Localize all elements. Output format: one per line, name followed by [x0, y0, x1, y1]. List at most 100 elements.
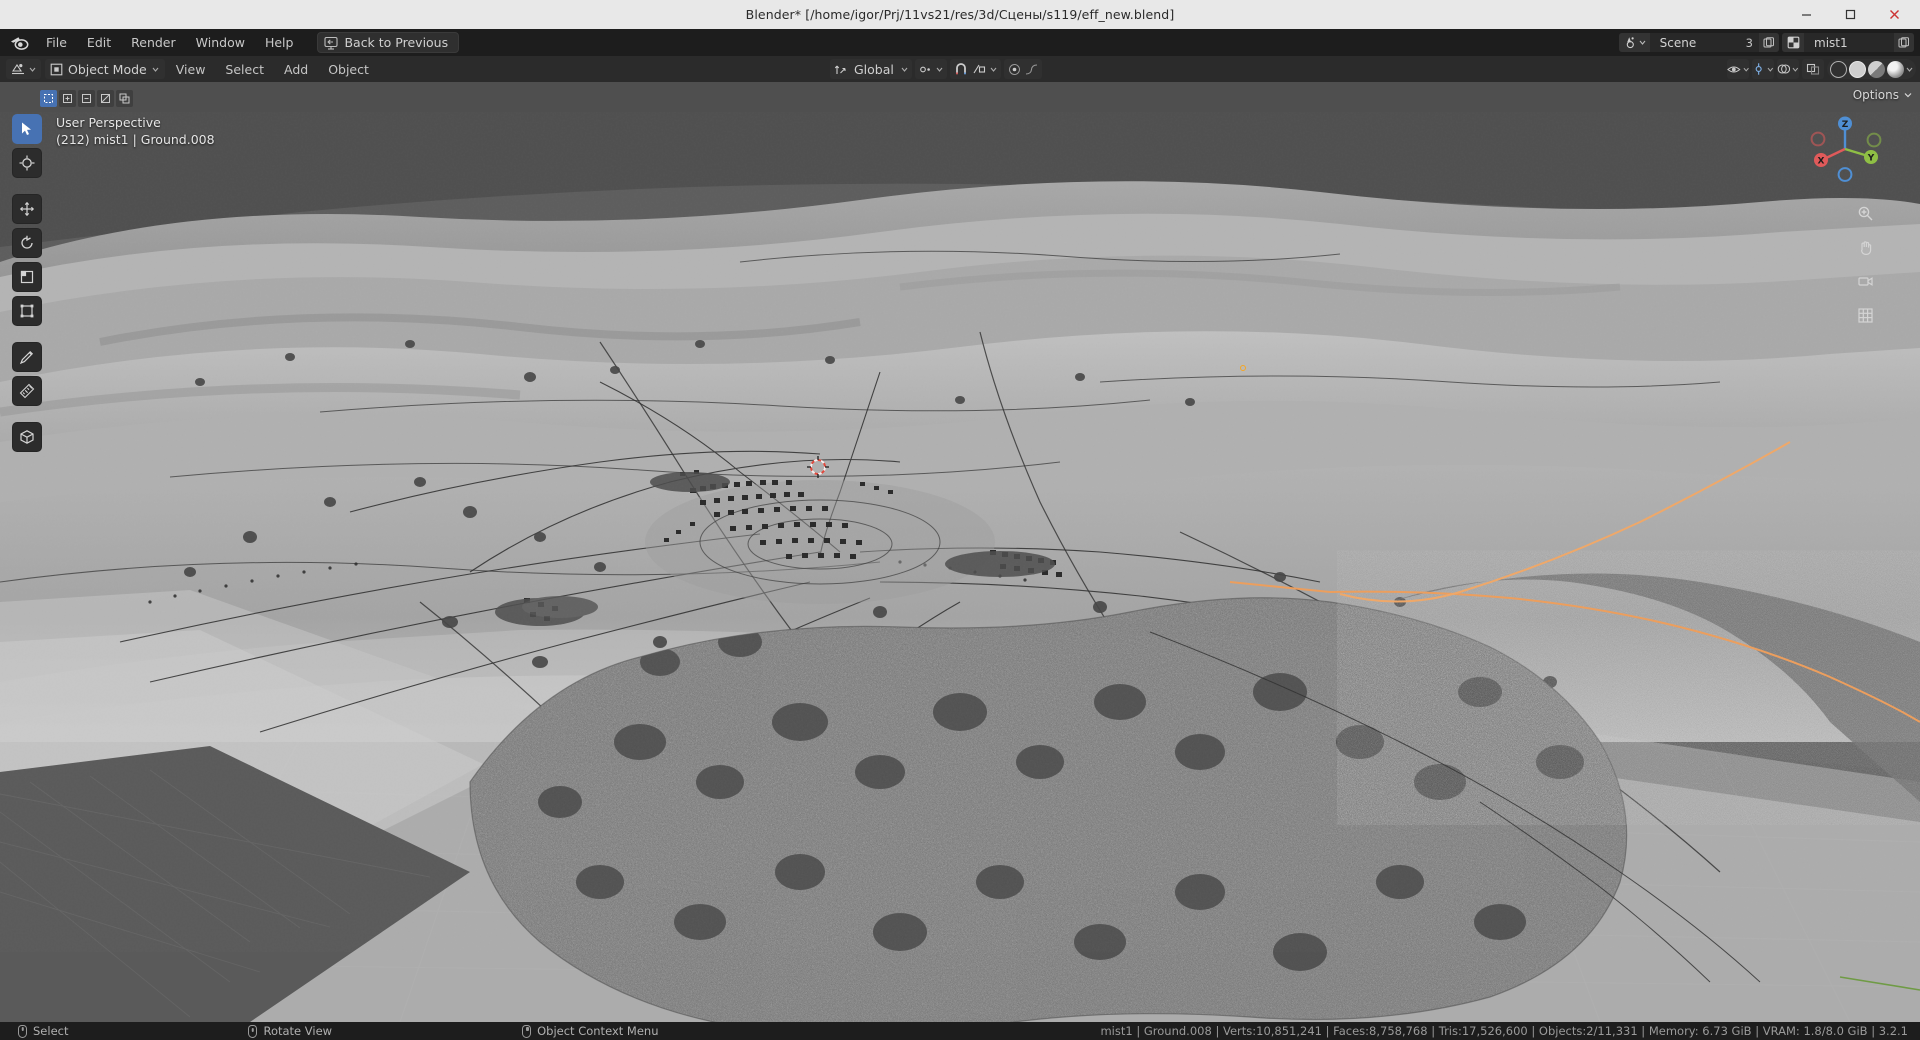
chevron-down-icon	[1904, 93, 1912, 98]
menu-help[interactable]: Help	[255, 32, 304, 53]
viewport-options-button[interactable]: Options	[1853, 88, 1912, 102]
svg-text:Y: Y	[1867, 154, 1875, 164]
ortho-persp-icon[interactable]	[1852, 302, 1878, 328]
falloff-curve-icon	[1025, 63, 1037, 75]
rotate-tool[interactable]	[12, 228, 42, 258]
top-menu-bar: File Edit Render Window Help Back to Pre…	[0, 29, 1920, 56]
gizmo-toggle-button[interactable]	[1752, 59, 1774, 79]
scene-icon[interactable]	[1618, 33, 1650, 52]
shading-solid-button[interactable]	[1849, 60, 1866, 78]
pan-hand-icon[interactable]	[1852, 234, 1878, 260]
interaction-mode-dropdown[interactable]: Object Mode	[45, 59, 165, 79]
status-hint-select-label: Select	[33, 1024, 69, 1038]
status-hint-rotate-label: Rotate View	[263, 1024, 333, 1038]
viewport-header: Object Mode View Select Add Object Globa…	[0, 56, 1920, 82]
viewport-perspective-label: User Perspective	[56, 115, 161, 130]
back-to-previous-button[interactable]: Back to Previous	[317, 32, 460, 53]
new-scene-button[interactable]	[1759, 33, 1779, 52]
object-origin-marker	[1240, 365, 1246, 371]
menu-edit[interactable]: Edit	[77, 32, 121, 53]
overlays-toggle-button[interactable]	[1777, 59, 1799, 79]
window-title: Blender* [/home/igor/Prj/11vs21/res/3d/С…	[745, 7, 1175, 22]
measure-tool[interactable]	[12, 376, 42, 406]
shading-rendered-button[interactable]	[1887, 60, 1904, 78]
select-subtract-icon[interactable]	[78, 89, 95, 107]
overlays-icon	[1777, 64, 1791, 74]
status-hint-select: Select	[18, 1024, 68, 1038]
transform-tool[interactable]	[12, 296, 42, 326]
annotate-tool[interactable]	[12, 342, 42, 372]
menu-window[interactable]: Window	[186, 32, 255, 53]
add-cube-tool[interactable]	[12, 422, 42, 452]
pivot-point-dropdown[interactable]	[914, 59, 947, 79]
xray-icon	[1806, 63, 1820, 75]
cursor-tool[interactable]	[12, 148, 42, 178]
xray-toggle-button[interactable]	[1802, 59, 1824, 79]
zoom-icon[interactable]	[1852, 200, 1878, 226]
scale-tool[interactable]	[12, 262, 42, 292]
transform-orientation-dropdown[interactable]: Global	[830, 59, 912, 79]
object-mode-icon	[50, 63, 63, 75]
gizmo-icon	[1755, 63, 1762, 75]
svg-text:X: X	[1818, 157, 1825, 167]
chevron-down-icon	[901, 67, 908, 72]
3d-viewport[interactable]	[0, 82, 1920, 1022]
new-view-layer-button[interactable]	[1894, 33, 1914, 52]
select-box-tool-icon[interactable]	[40, 89, 57, 107]
scene-selector[interactable]: Scene 3	[1618, 33, 1779, 52]
snap-controls[interactable]	[949, 59, 1001, 79]
move-tool[interactable]	[12, 194, 42, 224]
shading-mode-group[interactable]	[1827, 59, 1916, 79]
tweak-select-tool[interactable]	[12, 114, 42, 144]
scene-user-count[interactable]: 3	[1739, 33, 1759, 52]
view-layer-selector[interactable]: mist1	[1782, 33, 1914, 52]
shading-material-preview-button[interactable]	[1868, 60, 1885, 78]
chevron-down-icon	[1639, 40, 1646, 45]
chevron-down-icon[interactable]	[1905, 59, 1914, 79]
view-layer-icon[interactable]	[1782, 33, 1804, 52]
navigation-gizmo[interactable]: Z X Y	[1806, 110, 1884, 188]
mouse-middle-icon	[248, 1024, 258, 1038]
select-intersect-icon[interactable]	[116, 89, 133, 107]
chevron-down-icon	[1767, 67, 1774, 72]
viewport-menu-view[interactable]: View	[167, 59, 215, 80]
close-button[interactable]	[1872, 0, 1916, 29]
status-hint-context-menu-label: Object Context Menu	[537, 1024, 659, 1038]
tool-settings-row	[40, 88, 133, 108]
chevron-down-icon	[152, 67, 159, 72]
viewport-toolbar	[12, 114, 42, 452]
eye-icon	[1727, 66, 1741, 72]
topbar-right-controls: Scene 3 mist1	[1616, 29, 1920, 56]
mouse-left-icon	[18, 1024, 27, 1038]
transform-orientation-label: Global	[854, 61, 894, 77]
viewport-render	[0, 82, 1920, 1022]
viewport-menu-add[interactable]: Add	[275, 59, 317, 80]
editor-type-icon	[11, 64, 24, 75]
toolbar-separator-1	[12, 182, 42, 190]
viewport-menu-select[interactable]: Select	[216, 59, 273, 80]
chevron-down-icon	[990, 67, 997, 72]
proportional-editing-controls[interactable]	[1003, 59, 1042, 79]
maximize-button[interactable]	[1828, 0, 1872, 29]
viewport-header-center: Global	[830, 56, 1042, 82]
select-invert-icon[interactable]	[97, 89, 114, 107]
menu-file[interactable]: File	[36, 32, 77, 53]
blender-logo-icon[interactable]	[8, 34, 30, 52]
view-layer-name[interactable]: mist1	[1804, 33, 1894, 52]
viewport-header-right	[1727, 56, 1916, 82]
visibility-toggle-button[interactable]	[1727, 59, 1749, 79]
camera-icon[interactable]	[1852, 268, 1878, 294]
viewport-nav-buttons	[1852, 200, 1878, 328]
chevron-down-icon	[936, 67, 943, 72]
select-extend-icon[interactable]	[59, 89, 76, 107]
snap-target-icon	[973, 64, 985, 74]
menu-render[interactable]: Render	[121, 32, 186, 53]
viewport-menu-object[interactable]: Object	[319, 59, 378, 80]
interaction-mode-label: Object Mode	[68, 61, 147, 77]
shading-wireframe-button[interactable]	[1830, 60, 1847, 78]
svg-text:Z: Z	[1842, 120, 1849, 130]
minimize-button[interactable]	[1784, 0, 1828, 29]
chevron-down-icon	[1743, 67, 1749, 72]
editor-type-button[interactable]	[6, 59, 41, 79]
scene-name[interactable]: Scene	[1649, 33, 1740, 52]
